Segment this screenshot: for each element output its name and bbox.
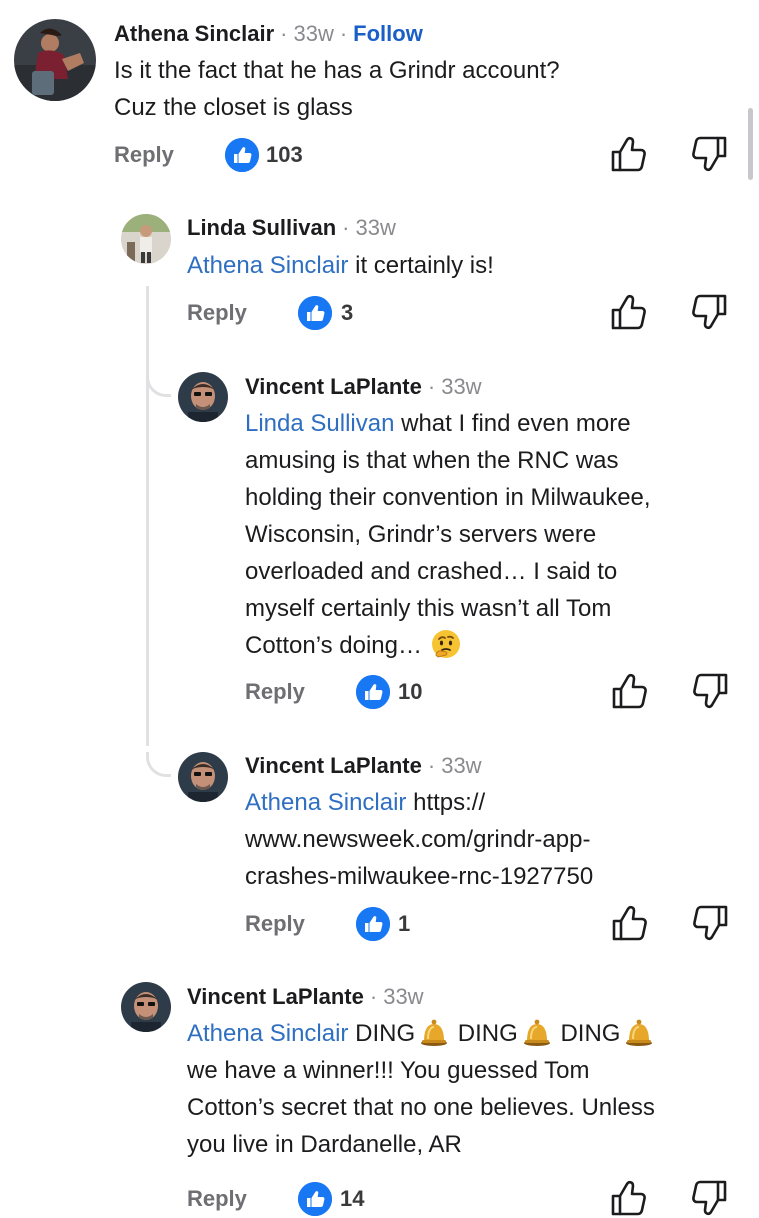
bell-emoji	[419, 1017, 449, 1047]
reply-button[interactable]: Reply	[187, 1186, 247, 1212]
comment-vincent-3: Vincent LaPlante · 33w Athena Sinclair DIN…	[0, 970, 759, 1216]
comment-time: 33w	[441, 374, 482, 399]
comment-actions: Reply 10	[245, 671, 745, 711]
like-count: 3	[341, 300, 354, 325]
thumbs-down-icon[interactable]	[691, 1178, 729, 1218]
reply-button[interactable]: Reply	[187, 300, 247, 326]
thumbs-down-icon[interactable]	[692, 903, 730, 943]
comment-body-ding-1: DING	[348, 1020, 416, 1047]
avatar[interactable]	[121, 214, 171, 264]
separator: ·	[342, 215, 350, 240]
comment-actions: Reply 14	[187, 1178, 747, 1218]
comment-athena: Athena Sinclair · 33w · Follow Is it the fac…	[0, 0, 759, 190]
comment-body: what I find even more amusing is that wh…	[245, 410, 651, 659]
thumbs-up-icon[interactable]	[610, 903, 648, 943]
separator: ·	[427, 753, 436, 778]
comment-text: Athena Sinclair DING DING DING we have a…	[187, 1015, 747, 1163]
comment-author[interactable]: Vincent LaPlante	[245, 374, 422, 399]
separator: ·	[369, 984, 378, 1009]
comment-body: it certainly is!	[348, 252, 494, 279]
comment-author[interactable]: Athena Sinclair	[114, 21, 274, 46]
comment-author[interactable]: Linda Sullivan	[187, 215, 336, 240]
mention-link[interactable]: Athena Sinclair	[245, 789, 406, 816]
thumbs-down-icon[interactable]	[692, 671, 730, 711]
avatar[interactable]	[178, 372, 228, 422]
like-reaction-icon[interactable]	[225, 138, 259, 172]
bell-emoji	[522, 1017, 552, 1047]
thinking-face-emoji	[430, 628, 462, 660]
like-reaction-icon[interactable]	[298, 1182, 332, 1216]
comment-vincent-2: Vincent LaPlante · 33w Athena Sinclair htt…	[0, 740, 759, 970]
separator: ·	[280, 21, 288, 46]
avatar[interactable]	[14, 19, 96, 101]
comment-author[interactable]: Vincent LaPlante	[187, 984, 364, 1009]
comment-time: 33w	[293, 21, 334, 46]
like-reaction-icon[interactable]	[356, 675, 390, 709]
mention-link[interactable]: Athena Sinclair	[187, 252, 348, 279]
reply-button[interactable]: Reply	[114, 142, 174, 168]
follow-button[interactable]: Follow	[353, 21, 423, 46]
mention-link[interactable]: Linda Sullivan	[245, 410, 394, 437]
thumbs-down-icon[interactable]	[691, 134, 729, 174]
thumbs-down-icon[interactable]	[691, 292, 729, 332]
comment-time: 33w	[355, 215, 396, 240]
thumbs-up-icon[interactable]	[609, 292, 647, 332]
reply-button[interactable]: Reply	[245, 679, 305, 705]
comment-text: Athena Sinclair https:// www.newsweek.co…	[245, 784, 593, 895]
thumbs-up-icon[interactable]	[610, 671, 648, 711]
comment-text: Is it the fact that he has a Grindr acco…	[114, 57, 560, 121]
like-count: 103	[266, 142, 303, 167]
like-count: 14	[340, 1186, 365, 1211]
like-count: 1	[398, 911, 411, 936]
comment-author[interactable]: Vincent LaPlante	[245, 753, 422, 778]
comment-time: 33w	[383, 984, 424, 1009]
like-reaction-icon[interactable]	[356, 907, 390, 941]
comment-text: Athena Sinclair it certainly is!	[187, 247, 494, 284]
thumbs-up-icon[interactable]	[609, 1178, 647, 1218]
comment-time: 33w	[441, 753, 482, 778]
comment-actions: Reply 1	[245, 903, 745, 943]
mention-link[interactable]: Athena Sinclair	[187, 1020, 348, 1047]
separator: ·	[339, 21, 348, 46]
like-reaction-icon[interactable]	[298, 296, 332, 330]
comment-linda: Linda Sullivan · 33w Athena Sinclair it ce…	[0, 190, 759, 340]
comment-actions: Reply 103	[114, 134, 754, 174]
avatar[interactable]	[121, 982, 171, 1032]
comment-vincent-1: Vincent LaPlante · 33w Linda Sullivan what…	[0, 360, 759, 740]
comment-body-ding-3: DING	[553, 1020, 621, 1047]
comment-body-rest: we have a winner!!! You guessed Tom Cott…	[187, 1057, 655, 1158]
avatar[interactable]	[178, 752, 228, 802]
separator: ·	[427, 374, 436, 399]
reply-button[interactable]: Reply	[245, 911, 305, 937]
comment-actions: Reply 3	[187, 292, 747, 332]
comment-body-ding-2: DING	[451, 1020, 518, 1047]
comment-text: Linda Sullivan what I find even more amu…	[245, 405, 651, 664]
bell-emoji	[624, 1017, 654, 1047]
like-count: 10	[398, 679, 423, 704]
thumbs-up-icon[interactable]	[609, 134, 647, 174]
